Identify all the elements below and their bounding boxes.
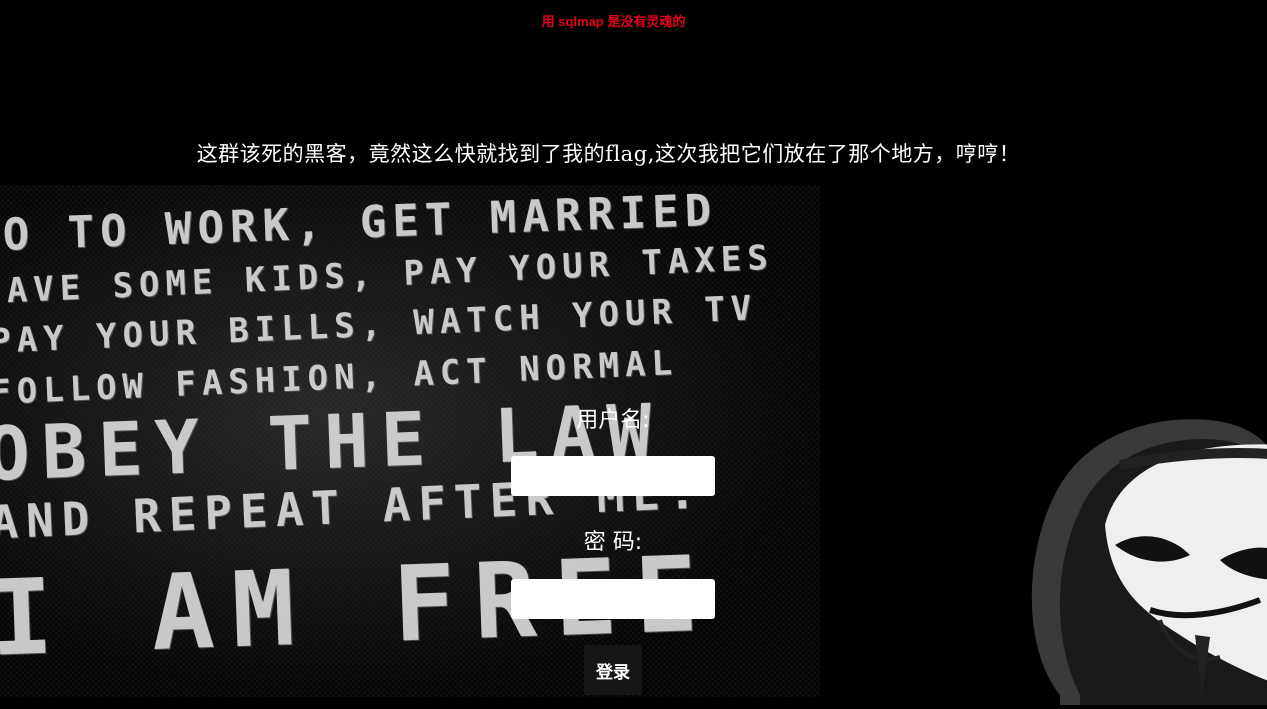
sqlmap-hint: 用 sqlmap 是没有灵魂的 — [541, 14, 686, 29]
page-headline: 这群该死的黑客，竟然这么快就找到了我的flag,这次我把它们放在了那个地方，哼哼… — [196, 142, 1021, 166]
password-label: 密 码: — [583, 530, 643, 555]
guy-fawkes-mask-image — [1020, 395, 1267, 705]
login-button[interactable]: 登录 — [584, 645, 642, 695]
password-input[interactable] — [511, 579, 715, 619]
username-input[interactable] — [511, 456, 715, 496]
username-label: 用户名: — [576, 408, 650, 433]
